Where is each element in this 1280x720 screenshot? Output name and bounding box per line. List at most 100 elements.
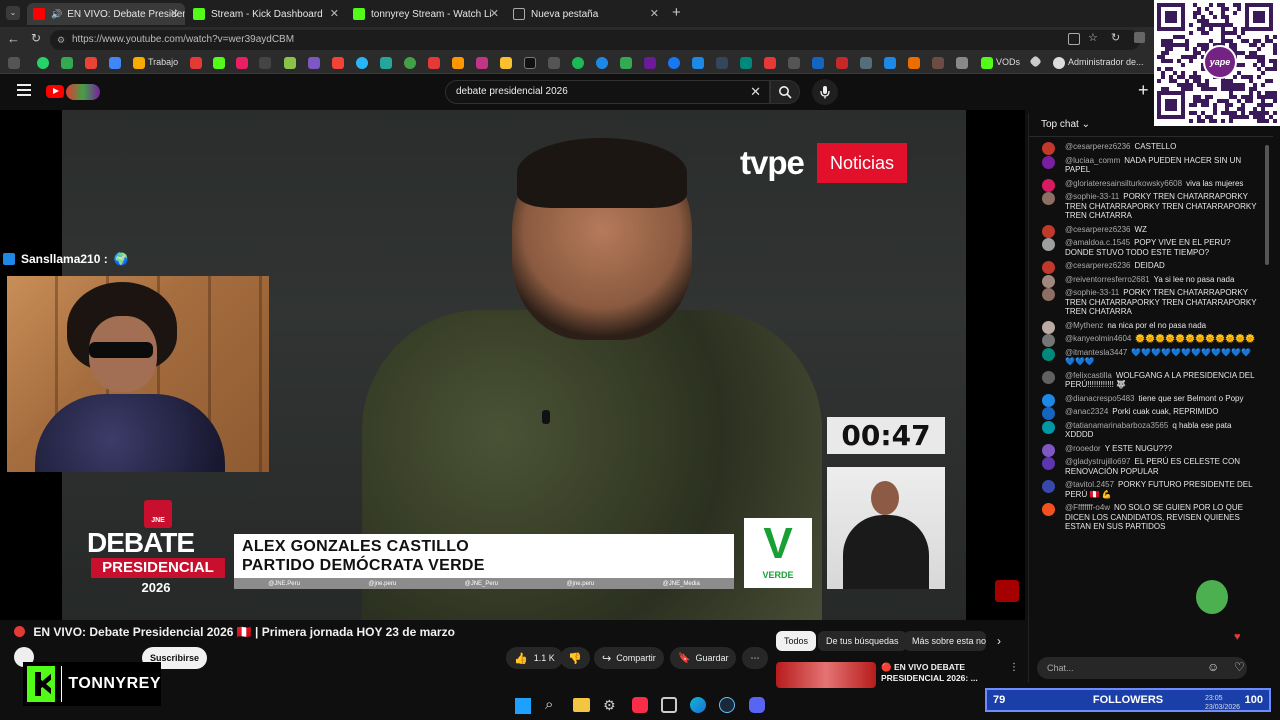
- doodle-logo[interactable]: [66, 84, 100, 100]
- recommended-thumbnail[interactable]: [776, 662, 876, 688]
- chat-author[interactable]: @itmantesla3447: [1065, 348, 1127, 357]
- bookmark-icon[interactable]: [956, 57, 968, 69]
- bookmark-icon[interactable]: [764, 57, 776, 69]
- chat-message[interactable]: @felixcastilla WOLFGANG A LA PRESIDENCIA …: [1029, 369, 1263, 392]
- discord-taskbar-icon[interactable]: [749, 697, 765, 713]
- tab-menu-button[interactable]: ⌄: [6, 6, 20, 20]
- chat-author[interactable]: @kanyeolmin4604: [1065, 334, 1131, 343]
- steam-taskbar-icon[interactable]: [719, 697, 735, 713]
- bookmark-icon[interactable]: [500, 57, 512, 69]
- maps-icon[interactable]: [620, 57, 632, 69]
- windows-start-icon[interactable]: [515, 698, 531, 714]
- chat-message[interactable]: @rooedor Y ESTE NUGU???: [1029, 442, 1263, 457]
- gmail-icon[interactable]: [85, 57, 97, 69]
- chat-author[interactable]: @gladystrujillo697: [1065, 457, 1131, 466]
- chat-author[interactable]: @cesarperez6236: [1065, 225, 1131, 234]
- chat-mode-dropdown[interactable]: Top chat ⌄: [1041, 119, 1090, 130]
- chat-avatar[interactable]: [1042, 457, 1055, 470]
- chat-message[interactable]: @tatianamarinabarboza3565 q habla ese pat…: [1029, 419, 1263, 442]
- vods-icon[interactable]: [981, 57, 993, 69]
- chat-scrollbar[interactable]: [1265, 145, 1269, 265]
- bookmark-icon[interactable]: [190, 57, 202, 69]
- chat-message[interactable]: @amaldoa.c.1545 POPY VIVE EN EL PERU? DON…: [1029, 236, 1263, 259]
- chat-author[interactable]: @dianacrespo5483: [1065, 394, 1135, 403]
- chat-avatar[interactable]: [1042, 480, 1055, 493]
- bookmark-admin[interactable]: Administrador de...: [1068, 57, 1144, 67]
- voice-search-button[interactable]: [812, 79, 838, 105]
- sync-icon[interactable]: ↻: [1111, 31, 1120, 44]
- search-taskbar-icon[interactable]: ⌕: [545, 696, 553, 713]
- chat-message[interactable]: @kanyeolmin4604 🌞🌞🌞🌞🌞🌞🌞🌞🌞🌞🌞🌞: [1029, 332, 1263, 347]
- bookmark-icon[interactable]: [812, 57, 824, 69]
- chat-author[interactable]: @anac2324: [1065, 407, 1108, 416]
- chat-author[interactable]: @cesarperez6236: [1065, 261, 1131, 270]
- close-icon[interactable]: ✕: [650, 7, 659, 20]
- chat-author[interactable]: @reiventorresferro2681: [1065, 275, 1150, 284]
- chat-message[interactable]: @cesarperez6236 DEIDAD: [1029, 259, 1263, 274]
- url-field[interactable]: ⚙ https://www.youtube.com/watch?v=wer39a…: [50, 30, 1140, 50]
- emoji-icon[interactable]: ☺: [1207, 660, 1219, 674]
- x-icon[interactable]: [524, 57, 536, 69]
- dislike-button[interactable]: 👎: [560, 647, 590, 669]
- chat-avatar[interactable]: [1042, 370, 1055, 384]
- chat-author[interactable]: @Ffffffff-o4w: [1065, 503, 1110, 512]
- menu-icon[interactable]: [17, 84, 31, 96]
- calendar-icon[interactable]: [109, 57, 121, 69]
- chat-avatar[interactable]: [1042, 420, 1055, 434]
- chat-author[interactable]: @rooedor: [1065, 444, 1101, 453]
- tab-youtube[interactable]: 🔊 EN VIVO: Debate Presiden ✕: [27, 3, 185, 25]
- chat-messages[interactable]: @cesarperez6236 CASTELLO @luciaa_comm NADA …: [1029, 140, 1263, 660]
- bookmark-icon[interactable]: [332, 57, 344, 69]
- search-button[interactable]: [770, 80, 800, 104]
- admin-icon[interactable]: [1053, 57, 1065, 69]
- bookmark-vods[interactable]: VODs: [996, 57, 1020, 67]
- bookmark-icon[interactable]: [788, 57, 800, 69]
- chip-de-tus-busquedas[interactable]: De tus búsquedas: [818, 631, 907, 651]
- search-input[interactable]: debate presidencial 2026 ✕: [445, 80, 770, 104]
- bookmark-icon[interactable]: [860, 57, 872, 69]
- bookmark-icon[interactable]: [1029, 55, 1042, 68]
- bookmark-icon[interactable]: [740, 57, 752, 69]
- more-actions-button[interactable]: ⋯: [742, 647, 768, 669]
- bookmark-icon[interactable]: [452, 57, 464, 69]
- chat-avatar[interactable]: [1042, 347, 1055, 361]
- chat-message[interactable]: @luciaa_comm NADA PUEDEN HACER SIN UN PAP…: [1029, 154, 1263, 177]
- bookmark-icon[interactable]: [644, 57, 656, 69]
- chat-avatar[interactable]: [1042, 192, 1055, 205]
- star-icon[interactable]: ☆: [1088, 31, 1098, 44]
- bookmark-icon[interactable]: [404, 57, 416, 69]
- close-icon[interactable]: ✕: [490, 7, 499, 20]
- chevron-right-icon[interactable]: ›: [997, 634, 1001, 648]
- bookmark-icon[interactable]: [596, 57, 608, 69]
- tab-kick-stream[interactable]: tonnyrey Stream - Watch Live on K ✕: [347, 3, 505, 25]
- site-info-icon[interactable]: ⚙: [57, 30, 65, 50]
- chat-author[interactable]: @luciaa_comm: [1065, 156, 1120, 165]
- chat-author[interactable]: @tavitol.2457: [1065, 480, 1114, 489]
- kick-icon[interactable]: [213, 57, 225, 69]
- chat-message[interactable]: @reiventorresferro2681 Ya si lee no pasa …: [1029, 273, 1263, 288]
- chip-mas-sobre[interactable]: Más sobre esta no: [904, 631, 986, 651]
- music-taskbar-icon[interactable]: [632, 697, 648, 713]
- chat-avatar[interactable]: [1042, 503, 1055, 516]
- create-button[interactable]: +: [1138, 80, 1149, 101]
- puzzle-icon[interactable]: [1134, 32, 1145, 43]
- settings-taskbar-icon[interactable]: ⚙: [603, 697, 616, 714]
- chat-message[interactable]: @tavitol.2457 PORKY FUTURO PRESIDENTE DEL…: [1029, 478, 1263, 501]
- chat-author[interactable]: @gloriateresainsilturkowsky6608: [1065, 179, 1182, 188]
- close-icon[interactable]: ✕: [170, 7, 179, 20]
- spotify-icon[interactable]: [572, 57, 584, 69]
- close-icon[interactable]: ✕: [330, 7, 339, 20]
- chat-message[interactable]: @itmantesla3447 💙💙💙💙💙💙💙💙💙💙💙💙💙💙💙: [1029, 346, 1263, 369]
- music-icon[interactable]: [236, 57, 248, 69]
- extensions-icon[interactable]: [1068, 33, 1080, 45]
- recommended-menu-icon[interactable]: ⋮: [1009, 662, 1019, 673]
- tab-kick-dashboard[interactable]: Stream - Kick Dashboard ✕: [187, 3, 345, 25]
- chat-message[interactable]: @cesarperez6236 CASTELLO: [1029, 140, 1263, 155]
- tab-new[interactable]: Nueva pestaña ✕: [507, 3, 665, 25]
- chat-author[interactable]: @tatianamarinabarboza3565: [1065, 421, 1168, 430]
- capture-taskbar-icon[interactable]: [661, 697, 677, 713]
- bookmark-icon[interactable]: [428, 57, 440, 69]
- chat-message[interactable]: @cesarperez6236 WZ: [1029, 223, 1263, 238]
- file-explorer-icon[interactable]: [573, 698, 590, 712]
- audio-icon[interactable]: 🔊: [51, 9, 62, 20]
